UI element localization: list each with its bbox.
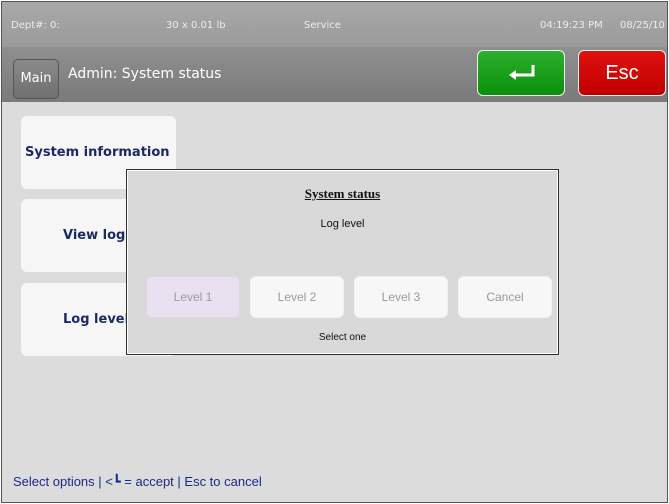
app-window: Dept#: 0: 30 x 0.01 lb Service 04:19:23 … (1, 1, 668, 503)
menu-item-label: View logs (63, 228, 134, 243)
level-1-button[interactable]: Level 1 (146, 276, 240, 318)
dialog-hint: Select one (318, 332, 367, 343)
page-title: Admin: System status (68, 66, 222, 82)
menu-item-label: Log level (63, 312, 130, 327)
mode-readout: Service (304, 20, 341, 31)
main-button[interactable]: Main (13, 59, 59, 99)
dialog-title: System status (304, 186, 381, 201)
enter-arrow-icon (509, 65, 535, 80)
menu-item-label: System information (25, 145, 170, 160)
level-3-button[interactable]: Level 3 (354, 276, 448, 318)
accept-button[interactable] (477, 50, 565, 96)
cancel-button[interactable]: Cancel (458, 276, 552, 318)
scale-readout: 30 x 0.01 lb (166, 20, 226, 31)
log-level-dialog: System status Log level Level 1 Level 2 … (126, 169, 559, 355)
escape-button[interactable]: Esc (578, 50, 666, 96)
level-2-button[interactable]: Level 2 (250, 276, 344, 318)
dialog-subtitle: Log level (320, 218, 365, 230)
status-bar: Dept#: 0: 30 x 0.01 lb Service 04:19:23 … (2, 2, 667, 47)
date-readout: 08/25/10 (620, 20, 665, 31)
department-readout: Dept#: 0: (11, 20, 60, 31)
time-readout: 04:19:23 PM (540, 20, 603, 31)
footer-hint: Select options | <┗ = accept | Esc to ca… (13, 474, 262, 489)
